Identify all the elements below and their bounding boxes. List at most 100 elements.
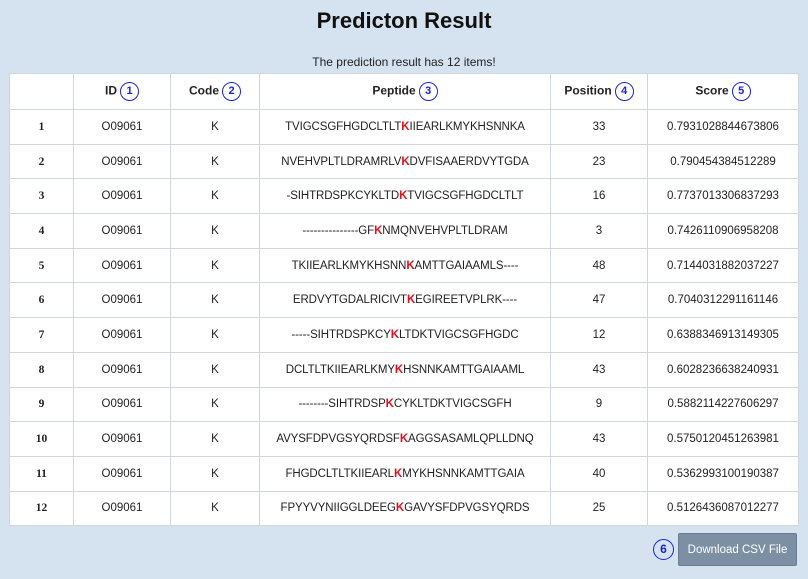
- badge-4-icon: 4: [614, 82, 634, 101]
- table-header-row: ID 1 Code 2 Peptide 3 Position 4 Score 5: [9, 73, 799, 110]
- badge-5-icon: 5: [731, 82, 751, 101]
- row-score: 0.6388346913149305: [647, 317, 799, 353]
- row-score: 0.5126436087012277: [647, 490, 799, 527]
- row-code: K: [170, 282, 260, 319]
- row-index: 8: [9, 351, 74, 388]
- header-position[interactable]: Position 4: [550, 73, 648, 110]
- page-title: Predicton Result: [316, 8, 492, 33]
- badge-3-icon: 3: [418, 82, 438, 101]
- row-code: K: [170, 109, 260, 145]
- row-index: 6: [9, 282, 74, 319]
- peptide-segment: LTDKTVIGCSGFHGDC: [398, 328, 519, 341]
- peptide-segment: HSNNKAMTTGAIAAML: [403, 363, 525, 376]
- download-csv-button[interactable]: Download CSV File: [678, 533, 797, 566]
- row-peptide: --------SIHTRDSPKCYKLTDKTVIGCSGFH: [259, 386, 551, 423]
- row-id: O09061: [73, 247, 171, 284]
- peptide-site-k: K: [395, 502, 405, 515]
- table-row: 6 O09061 K ERDVYTGDALRICIVTKEGIREETVPLRK---…: [9, 282, 799, 319]
- row-index: 9: [9, 386, 74, 423]
- table-row: 3 O09061 K -SIHTRDSPKCYKLTDKTVIGCSGFHGDCLTL…: [9, 178, 799, 215]
- peptide-segment: IIEARLKMYKHSNNKA: [409, 120, 525, 133]
- row-index: 1: [9, 109, 74, 145]
- row-id: O09061: [73, 109, 171, 145]
- row-code: K: [170, 143, 260, 180]
- badge-2-icon: 2: [222, 82, 241, 101]
- row-code: K: [170, 178, 260, 215]
- row-score: 0.7737013306837293: [647, 178, 799, 215]
- table-row: 5 O09061 K TKIIEARLKMYKHSNNKAMTTGAIAAMLS---…: [9, 247, 799, 284]
- header-score-label: Score: [695, 83, 729, 98]
- row-id: O09061: [73, 282, 171, 319]
- row-position: 3: [550, 213, 648, 249]
- peptide-segment: TVIGCSGFHGDCLTLT: [407, 190, 524, 203]
- peptide-site-k: K: [385, 398, 394, 411]
- header-score[interactable]: Score 5: [647, 73, 799, 110]
- result-table: ID 1 Code 2 Peptide 3 Position 4 Score 5 1 O09…: [9, 73, 799, 527]
- row-peptide: AVYSFDPVGSYQRDSFKAGGSASAMLQPLLDNQ: [259, 421, 551, 457]
- row-position: 43: [550, 421, 648, 457]
- header-peptide[interactable]: Peptide 3: [259, 73, 551, 110]
- peptide-segment: AGGSASAMLQPLLDNQ: [408, 433, 534, 446]
- table-row: 8 O09061 K DCLTLTKIIEARLKMYKHSNNKAMTTGAIAAM…: [9, 351, 799, 388]
- table-row: 12 O09061 K FPYYVYNIIGGLDEEGKGAVYSFDPVGSYQR…: [9, 490, 799, 527]
- peptide-site-k: K: [401, 120, 410, 133]
- peptide-site-k: K: [406, 259, 415, 272]
- row-id: O09061: [73, 490, 171, 527]
- table-row: 1 O09061 K TVIGCSGFHGDCLTLTKIIEARLKMYKHSNNK…: [9, 109, 799, 145]
- peptide-site-k: K: [399, 433, 409, 446]
- peptide-segment: GAVYSFDPVGSYQRDS: [404, 502, 530, 515]
- badge-6-icon: 6: [653, 539, 674, 560]
- row-code: K: [170, 386, 260, 423]
- peptide-segment: NMQNVEHVPLTLDRAM: [382, 224, 508, 237]
- row-position: 25: [550, 490, 648, 527]
- row-id: O09061: [73, 455, 171, 492]
- row-peptide: NVEHVPLTLDRAMRLVKDVFISAAERDVYTGDA: [259, 143, 551, 180]
- row-peptide: -----SIHTRDSPKCYKLTDKTVIGCSGFHGDC: [259, 317, 551, 353]
- peptide-segment: ---------------GF: [302, 224, 375, 237]
- row-score: 0.7040312291161146: [647, 282, 799, 319]
- row-id: O09061: [73, 213, 171, 249]
- header-code[interactable]: Code 2: [170, 73, 260, 110]
- peptide-segment: EGIREETVPLRK----: [415, 294, 518, 307]
- row-peptide: DCLTLTKIIEARLKMYKHSNNKAMTTGAIAAML: [259, 351, 551, 388]
- peptide-segment: DVFISAAERDVYTGDA: [409, 155, 529, 168]
- header-id[interactable]: ID 1: [73, 73, 171, 110]
- row-id: O09061: [73, 386, 171, 423]
- row-code: K: [170, 421, 260, 457]
- table-row: 11 O09061 K FHGDCLTLTKIIEARLKMYKHSNNKAMTTGA…: [9, 455, 799, 492]
- row-position: 23: [550, 143, 648, 180]
- peptide-segment: DCLTLTKIIEARLKMY: [285, 363, 395, 376]
- table-row: 9 O09061 K --------SIHTRDSPKCYKLTDKTVIGCSGF…: [9, 386, 799, 423]
- peptide-segment: -----SIHTRDSPKCY: [291, 328, 391, 341]
- row-index: 11: [9, 455, 74, 492]
- peptide-segment: AMTTGAIAAMLS----: [414, 259, 519, 272]
- row-score: 0.790454384512289: [647, 143, 799, 180]
- row-id: O09061: [73, 178, 171, 215]
- header-position-label: Position: [564, 83, 612, 98]
- row-position: 9: [550, 386, 648, 423]
- row-peptide: TKIIEARLKMYKHSNNKAMTTGAIAAMLS----: [259, 247, 551, 284]
- row-code: K: [170, 455, 260, 492]
- row-score: 0.5362993100190387: [647, 455, 799, 492]
- peptide-site-k: K: [406, 294, 416, 307]
- peptide-segment: FPYYVYNIIGGLDEEG: [280, 502, 396, 515]
- row-position: 33: [550, 109, 648, 145]
- row-index: 7: [9, 317, 74, 353]
- row-score: 0.7426110906958208: [647, 213, 799, 249]
- row-position: 12: [550, 317, 648, 353]
- row-index: 5: [9, 247, 74, 284]
- peptide-segment: AVYSFDPVGSYQRDSF: [276, 433, 400, 446]
- peptide-site-k: K: [393, 467, 403, 480]
- row-code: K: [170, 317, 260, 353]
- row-position: 16: [550, 178, 648, 215]
- row-peptide: -SIHTRDSPKCYKLTDKTVIGCSGFHGDCLTLT: [259, 178, 551, 215]
- row-index: 3: [9, 178, 74, 215]
- row-score: 0.7931028844673806: [647, 109, 799, 145]
- row-peptide: FHGDCLTLTKIIEARLKMYKHSNNKAMTTGAIA: [259, 455, 551, 492]
- peptide-site-k: K: [390, 328, 399, 341]
- peptide-segment: FHGDCLTLTKIIEARL: [285, 467, 394, 480]
- row-peptide: ERDVYTGDALRICIVTKEGIREETVPLRK----: [259, 282, 551, 319]
- row-position: 40: [550, 455, 648, 492]
- row-id: O09061: [73, 143, 171, 180]
- row-code: K: [170, 351, 260, 388]
